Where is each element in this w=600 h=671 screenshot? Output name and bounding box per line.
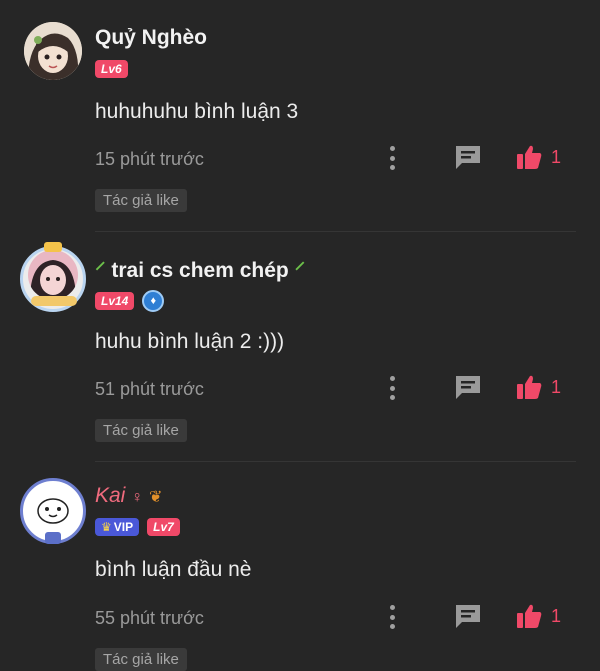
like-count: 1	[551, 376, 562, 397]
comment-text: bình luận đầu nè	[95, 558, 252, 581]
level-badge: Lv7	[147, 518, 180, 536]
like-button[interactable]: 1	[515, 143, 561, 171]
username-text: trai cs chem chép	[111, 259, 289, 282]
level-badge: Lv14	[95, 292, 135, 310]
author-like-tag: Tác giả like	[95, 419, 187, 442]
comment-text: huhu bình luận 2 :)))	[95, 330, 285, 353]
frame-ribbon	[31, 296, 77, 306]
username-text: Kai	[95, 484, 126, 507]
username[interactable]: ⸍ trai cs chem chép ⸍	[95, 256, 305, 284]
vip-label: VIP	[113, 520, 134, 534]
ribbon-emoji-icon: ♀	[131, 489, 144, 506]
frame-emblem	[45, 532, 61, 544]
badge-row: ♛ VIP Lv7	[95, 518, 180, 536]
crown-icon: ♛	[101, 520, 112, 534]
sprout-emoji-icon: ⸍	[95, 259, 106, 282]
avatar[interactable]	[28, 250, 78, 300]
like-button[interactable]: 1	[515, 373, 561, 401]
username[interactable]: Quỷ Nghèo	[95, 26, 207, 50]
comment-bubble-icon[interactable]	[453, 373, 483, 401]
like-button[interactable]: 1	[515, 602, 561, 630]
leaf-emoji-icon: ❦	[149, 489, 163, 506]
more-vertical-icon[interactable]	[386, 376, 398, 400]
level-badge: Lv6	[95, 60, 128, 78]
comment-text: huhuhuhu bình luận 3	[95, 100, 299, 123]
droplet-badge-icon: ♦	[142, 290, 165, 312]
more-vertical-icon[interactable]	[386, 146, 398, 170]
timestamp: 55 phút trước	[95, 608, 204, 628]
like-count: 1	[551, 146, 562, 167]
vip-badge: ♛ VIP	[95, 518, 140, 536]
comment-item: ⸍ trai cs chem chép ⸍ Lv14 ♦ huhu bình l…	[0, 232, 600, 462]
thumbs-up-icon	[517, 604, 542, 628]
thumbs-up-icon	[517, 375, 542, 399]
thumbs-up-icon	[517, 145, 542, 169]
badge-row: Lv6	[95, 60, 128, 78]
badge-row: Lv14 ♦	[95, 290, 165, 312]
avatar[interactable]	[29, 483, 77, 531]
comment-bubble-icon[interactable]	[453, 602, 483, 630]
comment-item: Quỷ Nghèo Lv6 huhuhuhu bình luận 3 15 ph…	[0, 0, 600, 232]
username[interactable]: Kai ♀ ❦	[95, 484, 162, 508]
more-vertical-icon[interactable]	[386, 605, 398, 629]
author-like-tag: Tác giả like	[95, 189, 187, 212]
timestamp: 51 phút trước	[95, 379, 204, 399]
comment-bubble-icon[interactable]	[453, 143, 483, 171]
crown-icon	[44, 242, 62, 252]
comment-item: Kai ♀ ❦ ♛ VIP Lv7 bình luận đầu nè 55 ph…	[0, 462, 600, 671]
sprout-emoji-icon: ⸍	[294, 259, 306, 282]
author-like-tag: Tác giả like	[95, 648, 187, 671]
avatar[interactable]	[24, 22, 82, 80]
like-count: 1	[551, 605, 562, 626]
timestamp: 15 phút trước	[95, 149, 204, 169]
